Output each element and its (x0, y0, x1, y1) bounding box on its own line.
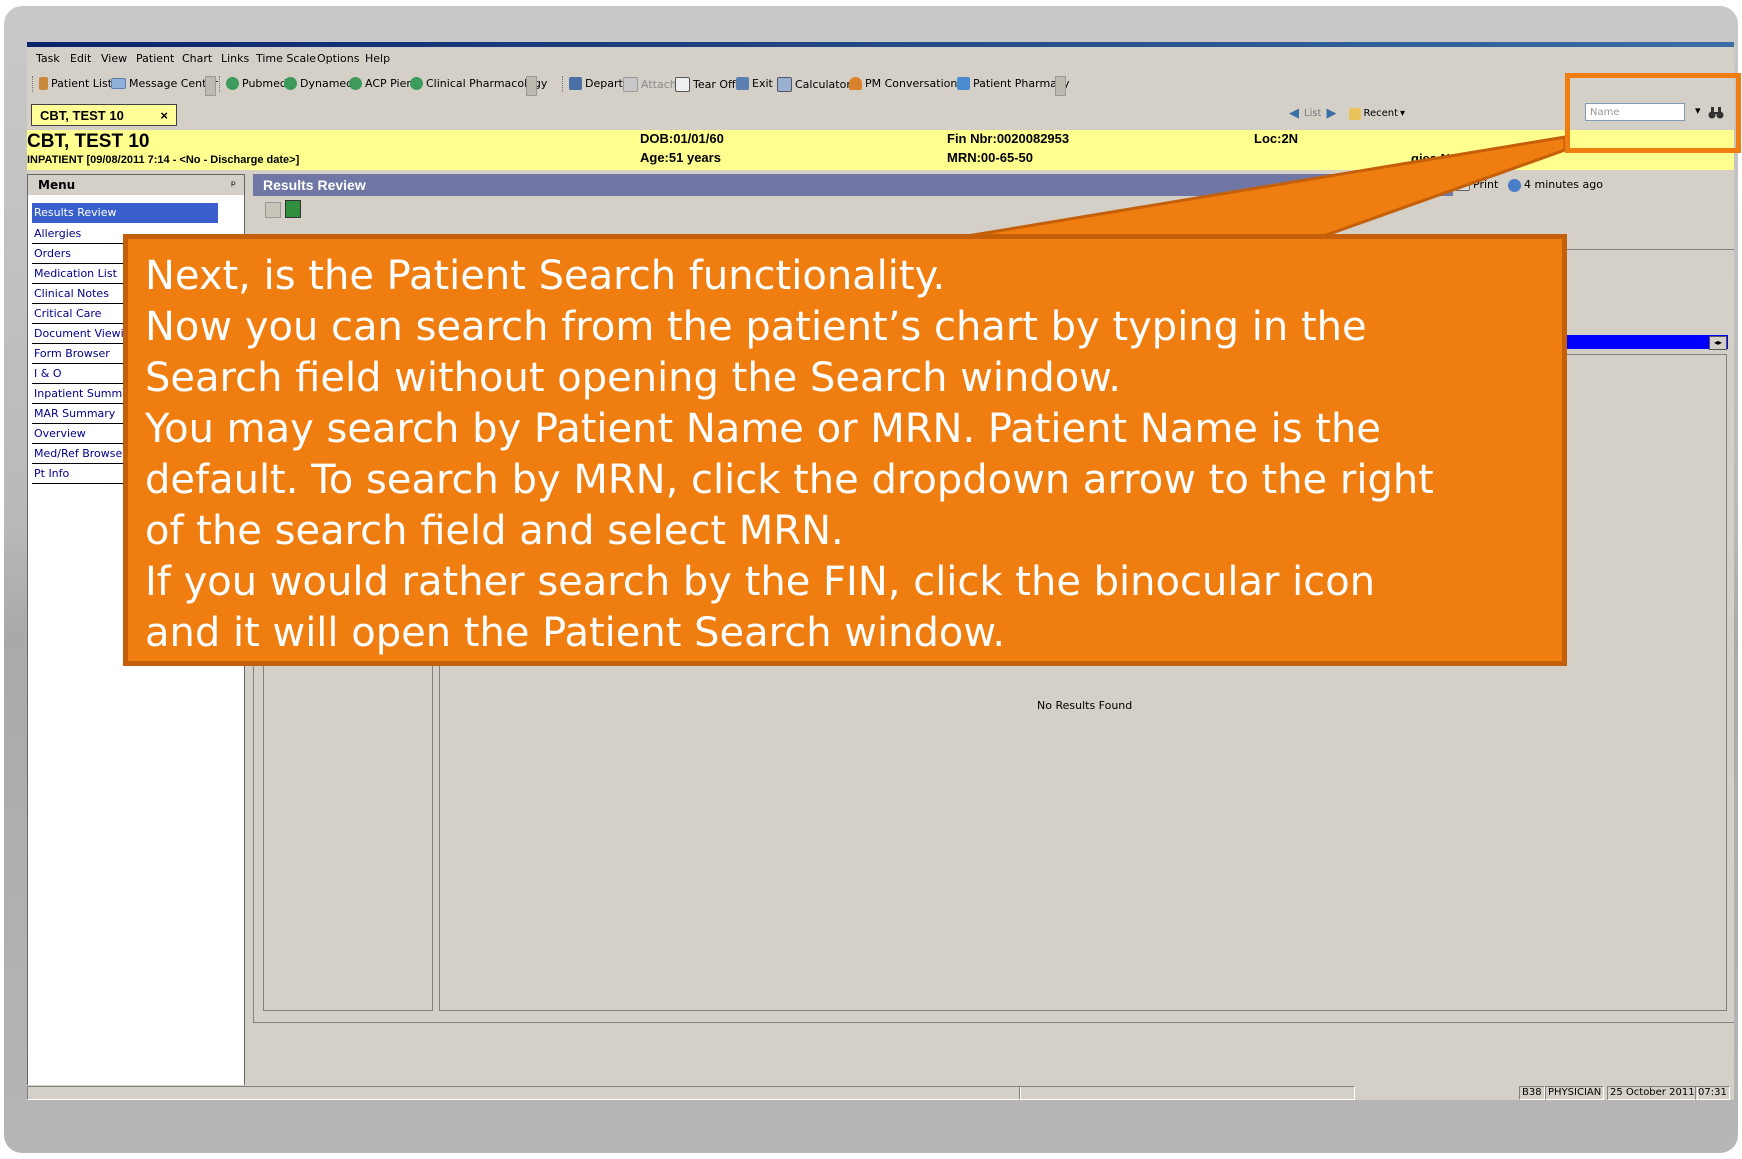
search-highlight-box (1565, 73, 1741, 153)
callout-line: Now you can search from the patient’s ch… (145, 304, 1367, 350)
callout-line: Search field without opening the Search … (145, 355, 1121, 401)
callout-line: Next, is the Patient Search functionalit… (145, 253, 946, 299)
callout-line: You may search by Patient Name or MRN. P… (145, 406, 1381, 452)
callout-line: of the search field and select MRN. (145, 508, 844, 554)
instruction-callout: Next, is the Patient Search functionalit… (123, 234, 1567, 666)
callout-line: and it will open the Patient Search wind… (145, 610, 1006, 656)
callout-line: If you would rather search by the FIN, c… (145, 559, 1376, 605)
callout-line: default. To search by MRN, click the dro… (145, 457, 1434, 503)
